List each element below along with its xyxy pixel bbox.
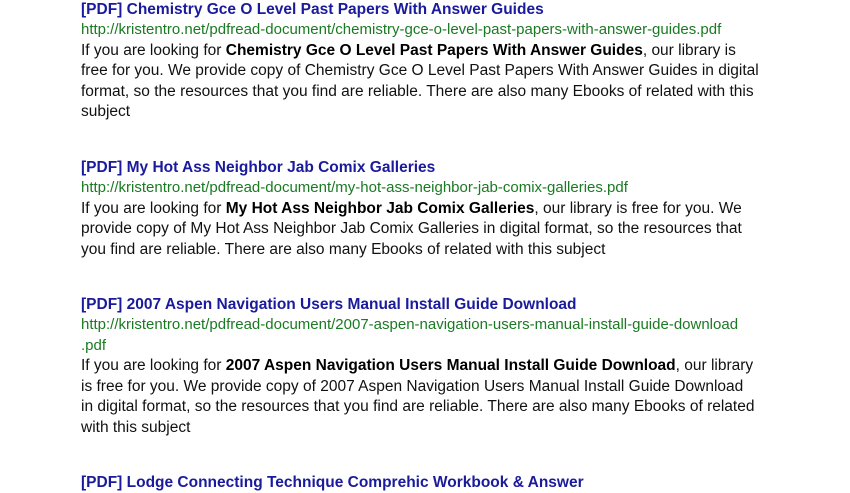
url-line: http://kristentro.net/pdfread-document/2… bbox=[81, 316, 739, 333]
description-bold-title: 2007 Aspen Navigation Users Manual Insta… bbox=[225, 357, 676, 374]
description-prefix: If you are looking for bbox=[81, 357, 226, 374]
result-description: If you are looking for 2007 Aspen Naviga… bbox=[81, 356, 781, 438]
result-url-link[interactable]: http://kristentro.net/pdfread-document/2… bbox=[81, 315, 781, 356]
description-bold-title: Chemistry Gce O Level Past Papers With A… bbox=[225, 41, 643, 59]
description-prefix: If you are looking for bbox=[81, 199, 226, 217]
description-text: , our library is free for you. We bbox=[534, 199, 742, 217]
description-text: , our library bbox=[675, 357, 754, 374]
description-text: free for you. We provide copy of Chemist… bbox=[81, 62, 759, 79]
result-title-link[interactable]: [PDF] Lodge Connecting Technique Compreh… bbox=[81, 473, 781, 493]
result-title-link[interactable]: [PDF] 2007 Aspen Navigation Users Manual… bbox=[81, 295, 781, 315]
description-text: provide copy of My Hot Ass Neighbor Jab … bbox=[81, 220, 742, 237]
description-text: with this subject bbox=[81, 418, 191, 436]
result-url-link[interactable]: http://kristentro.net/pdfread-document/m… bbox=[81, 178, 781, 199]
description-text: you find are reliable. There are also ma… bbox=[81, 240, 606, 258]
description-text: subject bbox=[81, 103, 131, 120]
result-title-link[interactable]: [PDF] Chemistry Gce O Level Past Papers … bbox=[81, 0, 781, 20]
search-result-entry: [PDF] 2007 Aspen Navigation Users Manual… bbox=[81, 295, 781, 438]
search-result-entry: [PDF] My Hot Ass Neighbor Jab Comix Gall… bbox=[81, 158, 781, 260]
description-text: is free for you. We provide copy of 2007… bbox=[81, 377, 744, 395]
search-result-entry: [PDF] Lodge Connecting Technique Compreh… bbox=[81, 473, 781, 493]
description-text: format, so the resources that you find a… bbox=[81, 82, 754, 100]
search-result-entry: [PDF] Chemistry Gce O Level Past Papers … bbox=[81, 0, 781, 123]
description-prefix: If you are looking for bbox=[81, 41, 226, 59]
result-description: If you are looking for Chemistry Gce O L… bbox=[81, 41, 781, 123]
url-line: .pdf bbox=[81, 336, 107, 354]
description-text: , our library is bbox=[642, 41, 736, 59]
description-bold-title: My Hot Ass Neighbor Jab Comix Galleries bbox=[225, 199, 535, 217]
result-title-link[interactable]: [PDF] My Hot Ass Neighbor Jab Comix Gall… bbox=[81, 158, 781, 178]
result-url-link[interactable]: http://kristentro.net/pdfread-document/c… bbox=[81, 20, 781, 41]
description-text: in digital format, so the resources that… bbox=[81, 398, 755, 415]
result-description: If you are looking for My Hot Ass Neighb… bbox=[81, 199, 781, 261]
